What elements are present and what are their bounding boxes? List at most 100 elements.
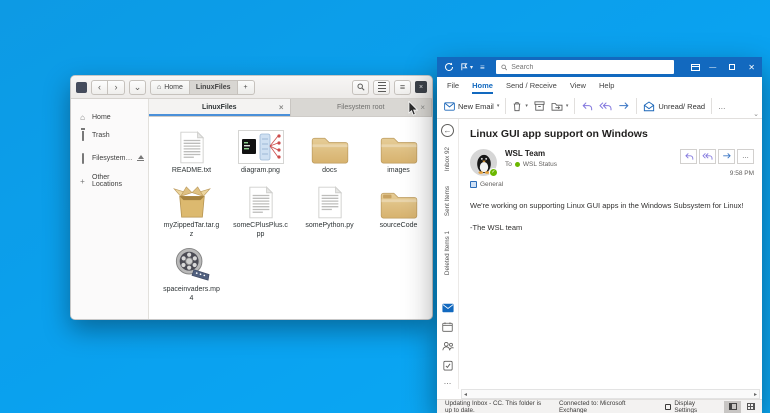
nav-more-button[interactable]: …: [444, 380, 452, 384]
breadcrumb-home[interactable]: ⌂ Home: [150, 80, 190, 95]
close-button[interactable]: ✕: [748, 63, 755, 72]
file-readme[interactable]: README.txt: [157, 127, 226, 175]
search-icon: [501, 64, 508, 71]
scroll-right-icon[interactable]: ▸: [754, 391, 757, 398]
file-label: someCPlusPlus.cpp: [232, 222, 290, 239]
app-menu-button[interactable]: ≡: [394, 80, 411, 95]
display-settings-button[interactable]: Display Settings: [665, 400, 708, 413]
quick-access-customize-button[interactable]: ≡: [480, 63, 485, 72]
folder-icon: [379, 134, 419, 164]
sensitivity-label-icon: [470, 181, 477, 188]
forward-button[interactable]: [718, 149, 735, 164]
menu-send-receive[interactable]: Send / Receive: [506, 81, 557, 90]
tab-close-icon[interactable]: ×: [279, 103, 284, 112]
reply-all-button[interactable]: [699, 149, 716, 164]
reading-view-button[interactable]: [724, 401, 741, 413]
home-icon: ⌂: [78, 113, 87, 122]
file-docs[interactable]: docs: [295, 127, 364, 175]
breadcrumb-current[interactable]: LinuxFiles: [190, 80, 238, 95]
people-nav-icon[interactable]: [442, 341, 454, 351]
outlook-menubar: File Home Send / Receive View Help: [437, 77, 762, 94]
search-box[interactable]: [496, 60, 674, 74]
sender-avatar[interactable]: ✓: [470, 149, 497, 176]
horizontal-scrollbar[interactable]: ◂ ▸: [461, 389, 760, 399]
send-receive-sync-icon[interactable]: [444, 62, 454, 72]
sensitivity-label[interactable]: General: [470, 181, 754, 188]
sidebar-item-home[interactable]: ⌂ Home: [71, 108, 148, 126]
sidebar-item-other-locations[interactable]: + Other Locations: [71, 172, 148, 190]
file-spaceinvaders[interactable]: spaceinvaders.mp4: [157, 246, 226, 303]
back-button[interactable]: ‹: [91, 80, 108, 95]
ribbon-display-options-icon[interactable]: [691, 64, 700, 71]
path-dropdown-button[interactable]: ⌄: [129, 80, 146, 95]
plus-icon: +: [244, 84, 248, 91]
file-images[interactable]: images: [364, 127, 433, 175]
file-myzippedtar[interactable]: myZippedTar.tar.gz: [157, 182, 226, 239]
view-toggle-button[interactable]: [373, 80, 390, 95]
forward-button[interactable]: [618, 101, 630, 112]
file-diagram[interactable]: diagram.png: [226, 127, 295, 175]
trash-icon: [82, 131, 84, 141]
new-tab-button[interactable]: +: [238, 80, 255, 95]
tab-linuxfiles[interactable]: LinuxFiles ×: [149, 99, 291, 116]
mail-nav-icon[interactable]: [442, 303, 454, 313]
unread-read-button[interactable]: Unread/ Read: [643, 101, 705, 112]
new-email-button[interactable]: New Email ▾: [444, 102, 499, 111]
files-sidebar: ⌂ Home Trash Filesystem… + Other Locatio…: [71, 99, 149, 319]
sidebar-item-trash[interactable]: Trash: [71, 126, 148, 144]
back-button[interactable]: ←: [441, 124, 454, 137]
folder-tab-inbox[interactable]: Inbox 92: [444, 147, 451, 171]
eject-icon[interactable]: [137, 155, 144, 162]
maximize-button[interactable]: [729, 64, 735, 70]
collapse-ribbon-icon[interactable]: ⌄: [753, 110, 759, 118]
file-somecplusplus[interactable]: someCPlusPlus.cpp: [226, 182, 295, 239]
normal-view-button[interactable]: [742, 401, 759, 413]
reply-button[interactable]: [680, 149, 697, 164]
ribbon-more-button[interactable]: …: [718, 102, 727, 111]
delete-button[interactable]: ▾: [512, 101, 528, 112]
file-label: spaceinvaders.mp4: [163, 286, 221, 303]
forward-button[interactable]: ›: [108, 80, 125, 95]
file-label: images: [387, 167, 410, 175]
move-button[interactable]: ▾: [551, 101, 569, 111]
video-reel-icon: [173, 247, 211, 283]
back-arrow-icon: ←: [444, 126, 452, 135]
folder-tab-deleted-items[interactable]: Deleted Items 1: [444, 231, 451, 275]
sender-name[interactable]: WSL Team: [505, 149, 557, 158]
reply-all-button[interactable]: [599, 101, 612, 112]
message-more-button[interactable]: …: [737, 149, 754, 164]
files-app-icon: [76, 82, 87, 93]
message-subject: Linux GUI app support on Windows: [470, 128, 754, 140]
reply-button[interactable]: [581, 101, 593, 112]
tab-close-icon[interactable]: ×: [420, 103, 425, 112]
image-thumbnail-icon: [238, 130, 284, 164]
chevron-down-icon: ⌄: [134, 83, 142, 92]
menu-home[interactable]: Home: [472, 81, 493, 90]
recipient-name[interactable]: WSL Status: [523, 161, 557, 168]
menu-view[interactable]: View: [570, 81, 586, 90]
hamburger-icon: ≡: [400, 83, 405, 92]
files-close-button[interactable]: ×: [415, 81, 427, 93]
search-input[interactable]: [511, 64, 668, 71]
file-somepython[interactable]: somePython.py: [295, 182, 364, 239]
sidebar-other-locations-label: Other Locations: [92, 174, 141, 188]
scroll-left-icon[interactable]: ◂: [464, 391, 467, 398]
folder-tab-sent-items[interactable]: Sent Items: [444, 186, 451, 216]
back-icon: ‹: [98, 83, 101, 92]
calendar-nav-icon[interactable]: [442, 322, 453, 332]
sidebar-item-filesystem[interactable]: Filesystem…: [71, 149, 148, 167]
folder-icon: [379, 189, 419, 219]
minimize-button[interactable]: —: [709, 64, 716, 71]
files-headerbar: ‹ › ⌄ ⌂ Home LinuxFiles + ≡: [71, 76, 432, 99]
search-button[interactable]: [352, 80, 369, 95]
tasks-nav-icon[interactable]: [443, 360, 453, 371]
archive-button[interactable]: [534, 101, 545, 111]
sidebar-filesystem-label: Filesystem…: [92, 155, 132, 162]
file-sourcecode[interactable]: sourceCode: [364, 182, 433, 239]
menu-help[interactable]: Help: [599, 81, 614, 90]
reply-icon: [684, 152, 694, 161]
drive-icon: [82, 153, 84, 164]
quick-access-flag-button[interactable]: ▾: [461, 63, 473, 71]
files-window: ‹ › ⌄ ⌂ Home LinuxFiles + ≡: [70, 75, 433, 320]
menu-file[interactable]: File: [447, 81, 459, 90]
